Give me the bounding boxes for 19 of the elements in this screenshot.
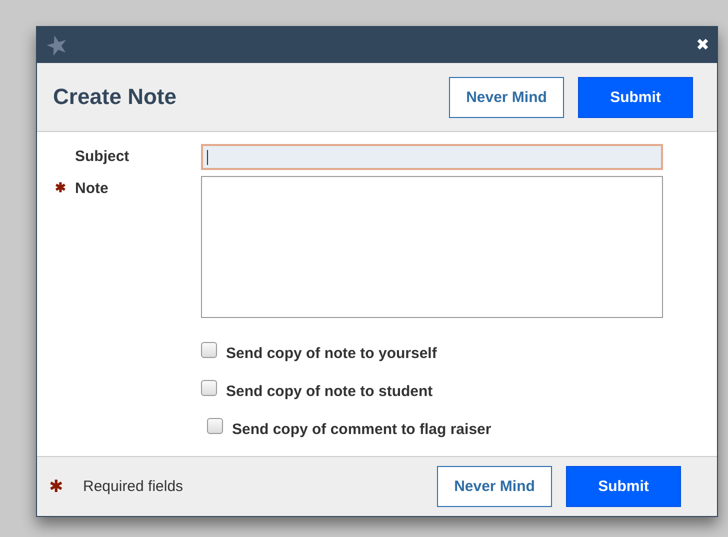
subject-input[interactable] [201, 144, 663, 170]
required-note: Required fields [82, 478, 184, 495]
field-label: Note [75, 180, 108, 197]
field-label: Subject [75, 148, 130, 165]
checkbox-label: Send copy of note to student [226, 383, 433, 400]
checkbox[interactable] [207, 418, 223, 434]
checkbox[interactable] [201, 380, 217, 396]
cancel-button[interactable]: Never Mind [449, 76, 564, 118]
required-marker: ✱ [55, 180, 67, 195]
submit-button[interactable]: Submit [566, 466, 681, 507]
cancel-button[interactable]: Never Mind [437, 466, 552, 507]
checkbox-label: Send copy of comment to flag raiser [232, 421, 492, 438]
submit-button[interactable]: Submit [578, 76, 693, 118]
checkbox-label: Send copy of note to yourself [226, 345, 437, 362]
close-icon[interactable]: ✖ [696, 35, 709, 55]
checkbox[interactable] [201, 342, 217, 358]
dialog-title: Create Note [53, 84, 178, 110]
star-logo-icon [45, 33, 69, 57]
required-marker: ✱ [49, 476, 63, 497]
